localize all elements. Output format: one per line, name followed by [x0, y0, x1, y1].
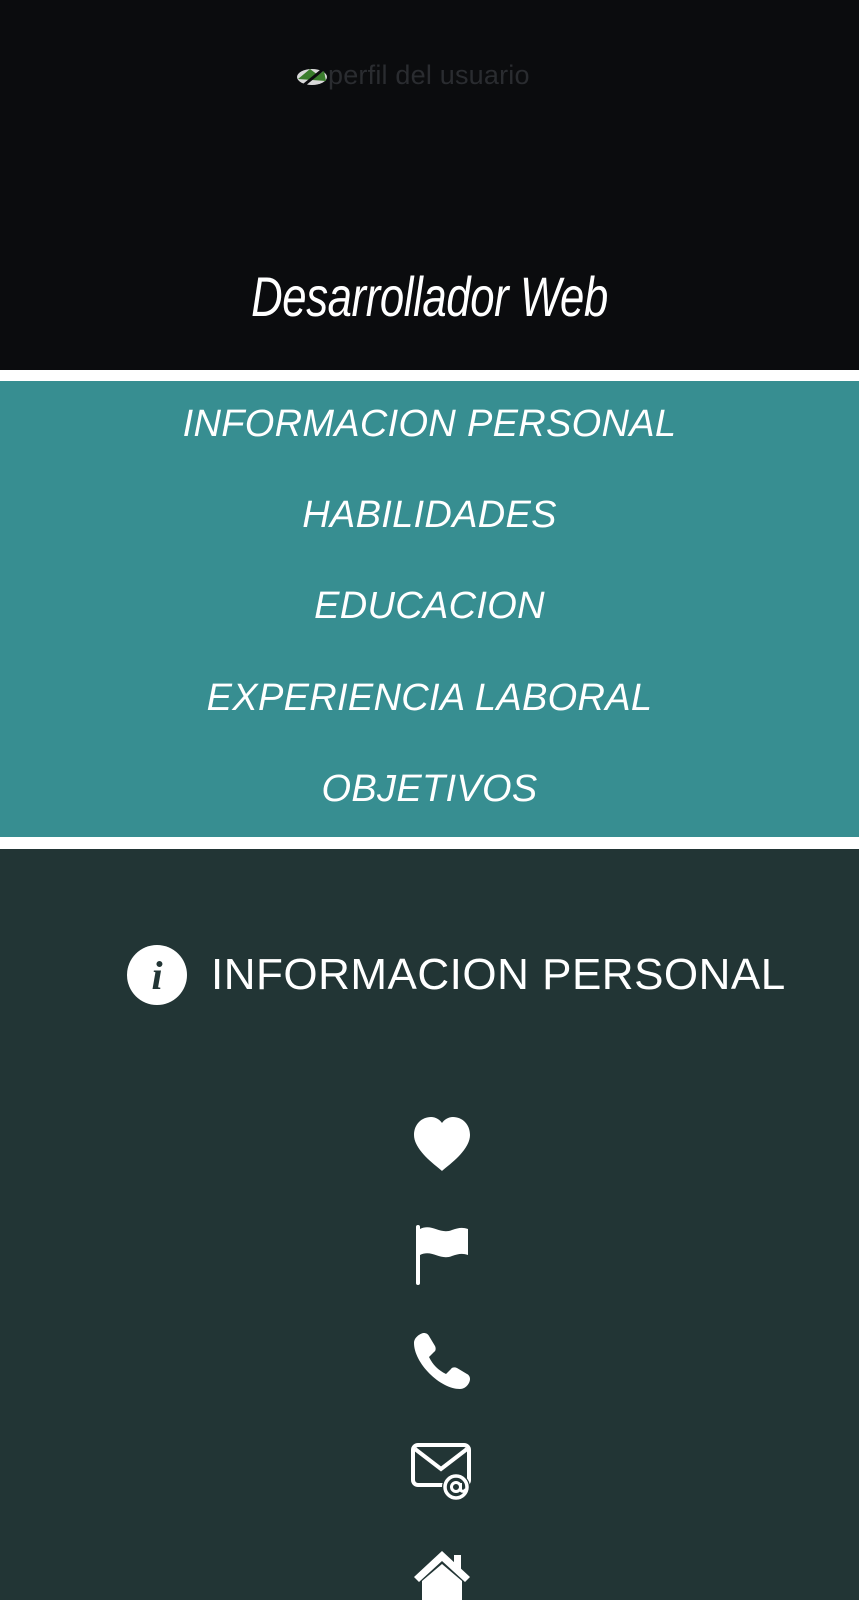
phone-icon: [410, 1329, 474, 1393]
section-heading: i INFORMACION PERSONAL: [127, 945, 786, 1005]
nav-item-informacion-personal[interactable]: INFORMACION PERSONAL: [0, 401, 859, 447]
broken-image-icon: [296, 63, 328, 87]
home-icon: [410, 1547, 474, 1611]
section-navigation: INFORMACION PERSONAL HABILIDADES EDUCACI…: [0, 381, 859, 837]
nav-item-experiencia-laboral[interactable]: EXPERIENCIA LABORAL: [0, 675, 859, 721]
nav-item-habilidades[interactable]: HABILIDADES: [0, 492, 859, 538]
nav-item-educacion[interactable]: EDUCACION: [0, 583, 859, 629]
heart-icon: [410, 1113, 474, 1177]
info-circle-icon: i: [127, 945, 187, 1005]
info-glyph: i: [151, 953, 163, 998]
flag-icon: [410, 1221, 474, 1285]
section-title: INFORMACION PERSONAL: [211, 950, 786, 999]
personal-info-section: i INFORMACION PERSONAL: [0, 849, 859, 1611]
profile-image-alt-text: perfil del usuario: [328, 60, 530, 90]
job-title: Desarrollador Web: [251, 265, 608, 328]
profile-image: perfil del usuario: [296, 60, 530, 90]
envelope-at-icon: [410, 1439, 474, 1503]
nav-item-objetivos[interactable]: OBJETIVOS: [0, 766, 859, 812]
profile-header: perfil del usuario Desarrollador Web: [0, 0, 859, 370]
